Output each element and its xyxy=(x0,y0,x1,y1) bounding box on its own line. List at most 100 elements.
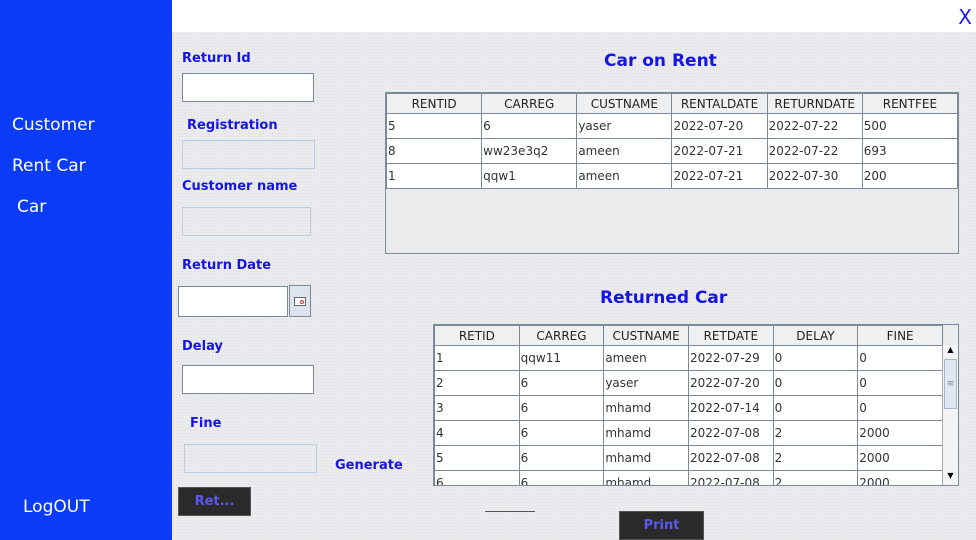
table-cell[interactable]: ameen xyxy=(576,163,673,189)
table-row[interactable]: 5 6 yaser 2022-07-20 2022-07-22 500 xyxy=(385,113,959,139)
table-cell[interactable]: 2 xyxy=(772,445,859,471)
table-cell[interactable]: 1 xyxy=(385,163,483,189)
table-cell[interactable]: mhamd xyxy=(603,470,689,485)
table-cell[interactable]: 2022-07-22 xyxy=(766,113,863,139)
table-row[interactable]: 6 6 mhamd 2022-07-08 2 2000 xyxy=(434,470,943,485)
table-cell[interactable]: 2022-07-08 xyxy=(687,470,774,485)
table-cell[interactable]: 0 xyxy=(857,345,943,371)
nav-car[interactable]: Car xyxy=(17,197,46,217)
table-cell[interactable]: 0 xyxy=(857,395,943,421)
table-cell[interactable]: 6 xyxy=(518,420,605,446)
column-header[interactable]: CARREG xyxy=(481,93,578,114)
table-cell[interactable]: 0 xyxy=(772,395,859,421)
column-header[interactable]: CUSTNAME xyxy=(603,325,689,346)
column-header[interactable]: CUSTNAME xyxy=(576,93,673,114)
column-header[interactable]: RETURNDATE xyxy=(766,93,863,114)
table-cell[interactable]: mhamd xyxy=(603,395,689,421)
table-cell[interactable]: 6 xyxy=(518,470,605,485)
table-cell[interactable]: 2022-07-20 xyxy=(687,370,774,396)
sidebar: Customer Rent Car Car LogOUT xyxy=(0,0,172,540)
table-cell[interactable]: qqw1 xyxy=(481,163,578,189)
table-cell[interactable]: 2022-07-22 xyxy=(766,138,863,164)
table-cell[interactable]: 693 xyxy=(861,138,959,164)
table-cell[interactable]: 0 xyxy=(772,370,859,396)
table-cell[interactable]: 5 xyxy=(385,113,483,139)
table-cell[interactable]: 8 xyxy=(385,138,483,164)
table-row[interactable]: 3 6 mhamd 2022-07-14 0 0 xyxy=(434,395,943,421)
scroll-up-icon[interactable]: ▲ xyxy=(943,345,958,359)
table-cell[interactable]: 0 xyxy=(857,370,943,396)
print-button[interactable]: Print xyxy=(619,511,704,540)
registration-field[interactable] xyxy=(182,140,315,169)
generate-link[interactable]: Generate xyxy=(335,458,403,473)
table-cell[interactable]: 6 xyxy=(434,470,520,485)
table-cell[interactable]: ww23e3q2 xyxy=(481,138,578,164)
table-cell[interactable]: 1 xyxy=(434,345,520,371)
calendar-button[interactable] xyxy=(289,285,311,317)
delay-input[interactable] xyxy=(182,365,314,394)
table-cell[interactable]: yaser xyxy=(603,370,689,396)
table-cell[interactable]: 4 xyxy=(434,420,520,446)
table-cell[interactable]: 200 xyxy=(861,163,959,189)
column-header[interactable]: CARREG xyxy=(518,325,605,346)
returned-table[interactable]: RETID CARREG CUSTNAME RETDATE DELAY FINE 1 qqw1… xyxy=(433,324,959,486)
table-cell[interactable]: 2022-07-21 xyxy=(671,138,768,164)
return-date-input[interactable] xyxy=(178,286,288,317)
table-cell[interactable]: 2022-07-21 xyxy=(671,163,768,189)
table-cell[interactable]: 500 xyxy=(861,113,959,139)
scroll-thumb[interactable]: ≡ xyxy=(944,359,957,409)
return-button[interactable]: Ret... xyxy=(178,487,251,516)
close-button[interactable]: X xyxy=(958,5,972,29)
table-cell[interactable]: 0 xyxy=(772,345,859,371)
scrollbar[interactable]: ▲ ≡ ▼ xyxy=(942,345,958,485)
rent-table[interactable]: RENTID CARREG CUSTNAME RENTALDATE RETURNDATE… xyxy=(385,92,959,254)
table-cell[interactable]: ameen xyxy=(576,138,673,164)
table-row[interactable]: 1 qqw11 ameen 2022-07-29 0 0 xyxy=(434,345,943,371)
table-cell[interactable]: 2022-07-08 xyxy=(687,445,774,471)
customer-name-field[interactable] xyxy=(182,207,311,236)
table-row[interactable]: 4 6 mhamd 2022-07-08 2 2000 xyxy=(434,420,943,446)
table-cell[interactable]: yaser xyxy=(576,113,673,139)
table-cell[interactable]: 6 xyxy=(518,445,605,471)
nav-rent-car[interactable]: Rent Car xyxy=(12,156,86,176)
table-row[interactable]: 1 qqw1 ameen 2022-07-21 2022-07-30 200 xyxy=(385,163,959,189)
nav-customer[interactable]: Customer xyxy=(12,115,95,135)
column-header[interactable]: DELAY xyxy=(772,325,859,346)
registration-label: Registration xyxy=(187,118,278,133)
column-header[interactable]: RENTID xyxy=(385,93,483,114)
column-header[interactable]: RETDATE xyxy=(687,325,774,346)
table-cell[interactable]: 2022-07-30 xyxy=(766,163,863,189)
return-id-label: Return Id xyxy=(182,51,251,66)
table-row[interactable]: 2 6 yaser 2022-07-20 0 0 xyxy=(434,370,943,396)
column-header[interactable]: RENTFEE xyxy=(861,93,959,114)
table-cell[interactable]: 2000 xyxy=(857,420,943,446)
table-cell[interactable]: qqw11 xyxy=(518,345,605,371)
table-row[interactable]: 8 ww23e3q2 ameen 2022-07-21 2022-07-22 693 xyxy=(385,138,959,164)
logout-button[interactable]: LogOUT xyxy=(23,497,90,517)
table-cell[interactable]: 2 xyxy=(772,470,859,485)
column-header[interactable]: RETID xyxy=(434,325,520,346)
table-row[interactable]: 5 6 mhamd 2022-07-08 2 2000 xyxy=(434,445,943,471)
fine-field[interactable] xyxy=(184,444,317,473)
table-cell[interactable]: 3 xyxy=(434,395,520,421)
table-cell[interactable]: mhamd xyxy=(603,445,689,471)
table-cell[interactable]: 5 xyxy=(434,445,520,471)
table-cell[interactable]: 2022-07-08 xyxy=(687,420,774,446)
table-cell[interactable]: 2022-07-14 xyxy=(687,395,774,421)
scroll-down-icon[interactable]: ▼ xyxy=(943,471,958,485)
table-cell[interactable]: 2 xyxy=(772,420,859,446)
table-cell[interactable]: ameen xyxy=(603,345,689,371)
table-cell[interactable]: 2022-07-20 xyxy=(671,113,768,139)
table-cell[interactable]: 6 xyxy=(518,395,605,421)
return-id-input[interactable] xyxy=(182,73,314,102)
column-header[interactable]: FINE xyxy=(857,325,943,346)
table-cell[interactable]: 2022-07-29 xyxy=(687,345,774,371)
table-cell[interactable]: 2000 xyxy=(857,445,943,471)
table-cell[interactable]: 2 xyxy=(434,370,520,396)
table-cell[interactable]: 6 xyxy=(518,370,605,396)
table-cell[interactable]: 6 xyxy=(481,113,578,139)
column-header[interactable]: RENTALDATE xyxy=(671,93,768,114)
top-bar: X xyxy=(172,0,976,32)
table-cell[interactable]: 2000 xyxy=(857,470,943,485)
table-cell[interactable]: mhamd xyxy=(603,420,689,446)
